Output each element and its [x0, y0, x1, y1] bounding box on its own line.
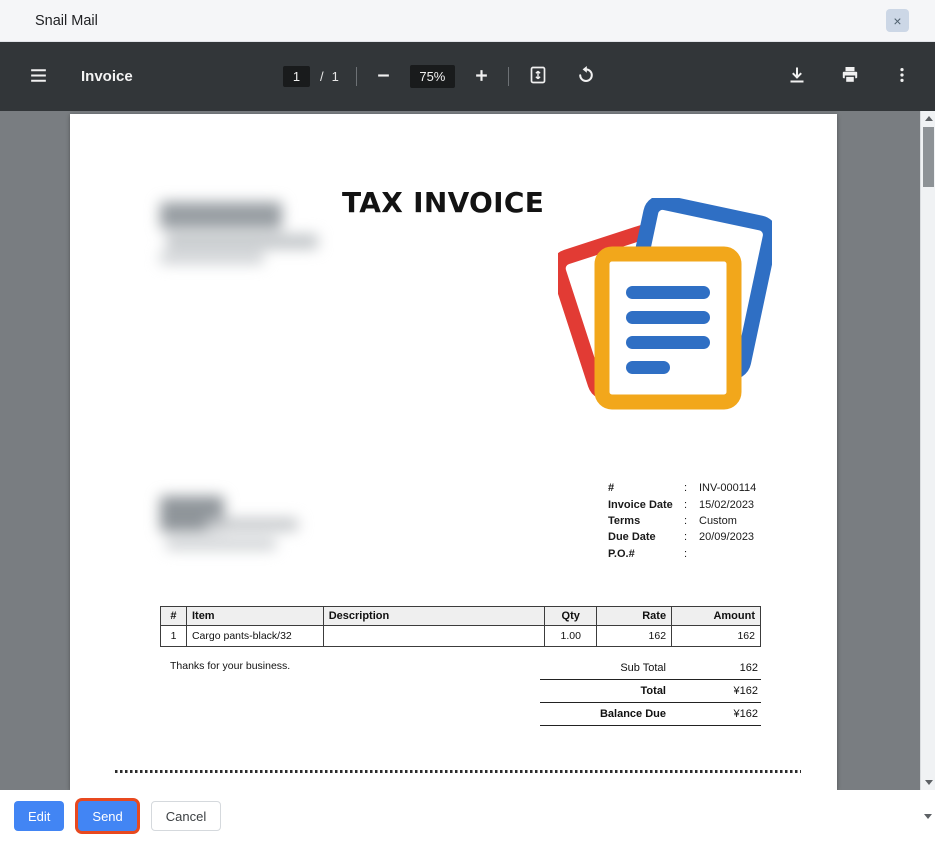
dotted-separator: [115, 770, 801, 773]
total-row: Total ¥162: [540, 679, 761, 702]
rotate-counterclockwise-icon: [576, 65, 596, 88]
toolbar-divider: [508, 67, 509, 86]
col-header-amount: Amount: [672, 607, 761, 626]
meta-row-po-number: P.O.# :: [608, 546, 756, 562]
dialog-title: Snail Mail: [35, 13, 98, 29]
dialog-titlebar: Snail Mail ×: [0, 0, 935, 42]
fit-page-icon: [528, 65, 548, 88]
cell-amount: 162: [672, 626, 761, 647]
col-header-qty: Qty: [545, 607, 597, 626]
pdf-toolbar: Invoice 1 / 1 75%: [0, 42, 935, 111]
page-count: 1: [332, 69, 339, 84]
col-header-num: #: [161, 607, 187, 626]
meta-row-terms: Terms : Custom: [608, 513, 756, 529]
edit-button[interactable]: Edit: [14, 801, 64, 831]
subtotal-row: Sub Total 162: [540, 656, 761, 679]
cell-item: Cargo pants-black/32: [186, 626, 323, 647]
down-triangle-icon: [924, 814, 932, 836]
fit-page-button[interactable]: [526, 63, 550, 90]
hamburger-menu-icon: [28, 65, 49, 89]
page-number-input[interactable]: 1: [283, 66, 310, 87]
line-items-table: # Item Description Qty Rate Amount 1 Car…: [160, 606, 761, 647]
scroll-up-arrow[interactable]: [921, 111, 935, 126]
plus-icon: [474, 68, 489, 86]
invoice-documents-logo: [558, 198, 772, 414]
cancel-button[interactable]: Cancel: [151, 801, 221, 831]
download-button[interactable]: [785, 63, 809, 90]
page-scroll-down-arrow[interactable]: [924, 819, 932, 837]
vertical-scrollbar[interactable]: [920, 111, 935, 790]
close-button[interactable]: ×: [886, 9, 909, 32]
page-separator: /: [320, 69, 324, 84]
zoom-in-button[interactable]: [472, 66, 491, 88]
redacted-recipient-info: [158, 492, 308, 564]
col-header-description: Description: [323, 607, 545, 626]
redacted-sender-info: [158, 198, 338, 270]
kebab-menu-icon: [893, 66, 911, 87]
col-header-item: Item: [186, 607, 323, 626]
down-triangle-icon: [925, 780, 933, 785]
document-title: Invoice: [81, 68, 133, 85]
col-header-rate: Rate: [597, 607, 672, 626]
meta-row-due-date: Due Date : 20/09/2023: [608, 529, 756, 545]
pdf-viewer-area: TAX INVOICE # : I: [0, 111, 935, 790]
meta-row-invoice-date: Invoice Date : 15/02/2023: [608, 496, 756, 512]
zoom-level: 75%: [410, 65, 455, 88]
invoice-heading: TAX INVOICE: [342, 186, 544, 219]
scroll-down-arrow[interactable]: [921, 775, 935, 790]
minus-icon: [376, 68, 391, 86]
rotate-button[interactable]: [574, 63, 598, 90]
print-button[interactable]: [838, 63, 862, 90]
invoice-page: TAX INVOICE # : I: [70, 114, 837, 790]
close-icon: ×: [893, 14, 901, 28]
toolbar-divider: [356, 67, 357, 86]
cell-rate: 162: [597, 626, 672, 647]
cell-qty: 1.00: [545, 626, 597, 647]
totals-section: Sub Total 162 Total ¥162 Balance Due ¥16…: [540, 656, 761, 726]
download-icon: [787, 65, 807, 88]
balance-due-row: Balance Due ¥162: [540, 702, 761, 725]
action-bar: Edit Send Cancel: [0, 790, 935, 842]
print-icon: [840, 65, 860, 88]
meta-row-number: # : INV-000114: [608, 480, 756, 496]
scrollbar-thumb[interactable]: [923, 127, 934, 187]
more-options-button[interactable]: [891, 64, 913, 89]
invoice-meta: # : INV-000114 Invoice Date : 15/02/2023…: [608, 480, 756, 562]
cell-num: 1: [161, 626, 187, 647]
zoom-out-button[interactable]: [374, 66, 393, 88]
up-triangle-icon: [925, 116, 933, 121]
send-button[interactable]: Send: [78, 801, 136, 831]
cell-description: [323, 626, 545, 647]
menu-button[interactable]: [26, 63, 51, 91]
table-header-row: # Item Description Qty Rate Amount: [161, 607, 761, 626]
table-row: 1 Cargo pants-black/32 1.00 162 162: [161, 626, 761, 647]
thank-you-note: Thanks for your business.: [170, 660, 290, 672]
